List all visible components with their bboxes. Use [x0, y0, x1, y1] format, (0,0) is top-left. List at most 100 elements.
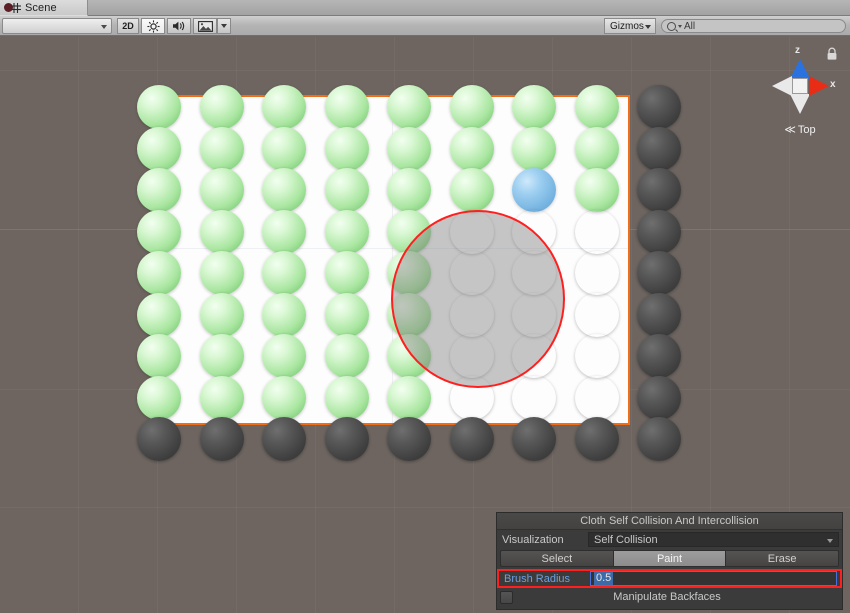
- cloth-particle[interactable]: [262, 376, 306, 420]
- toggle-lighting-button[interactable]: [141, 18, 165, 34]
- cloth-particle[interactable]: [137, 168, 181, 212]
- visualization-value: Self Collision: [594, 534, 658, 546]
- axis-cone-negx-icon[interactable]: [772, 76, 792, 96]
- axis-center-cube[interactable]: [792, 78, 808, 94]
- cloth-particle[interactable]: [575, 85, 619, 129]
- cloth-particle[interactable]: [262, 334, 306, 378]
- cloth-particle[interactable]: [637, 85, 681, 129]
- tab-scene[interactable]: Scene: [0, 0, 88, 16]
- cloth-particle[interactable]: [325, 417, 369, 461]
- manipulate-backfaces-label: Manipulate Backfaces: [513, 591, 821, 603]
- cloth-particle[interactable]: [325, 210, 369, 254]
- cloth-particle[interactable]: [575, 251, 619, 295]
- grid-line: [0, 70, 850, 71]
- cloth-particle[interactable]: [637, 127, 681, 171]
- cloth-particle[interactable]: [637, 210, 681, 254]
- cloth-particle[interactable]: [450, 127, 494, 171]
- cloth-particle[interactable]: [200, 251, 244, 295]
- cloth-particle[interactable]: [137, 293, 181, 337]
- cloth-particle[interactable]: [262, 251, 306, 295]
- cloth-particle[interactable]: [387, 85, 431, 129]
- cloth-particle[interactable]: [512, 168, 556, 212]
- cloth-particle[interactable]: [325, 251, 369, 295]
- cloth-particle[interactable]: [325, 85, 369, 129]
- image-icon: [198, 21, 213, 32]
- cloth-particle[interactable]: [262, 417, 306, 461]
- cloth-particle[interactable]: [387, 376, 431, 420]
- cloth-particle[interactable]: [637, 168, 681, 212]
- cloth-particle[interactable]: [262, 127, 306, 171]
- cloth-particle[interactable]: [575, 127, 619, 171]
- lock-icon[interactable]: [826, 47, 838, 61]
- shading-mode-dropdown[interactable]: [2, 18, 112, 34]
- axis-cone-x-icon[interactable]: [809, 76, 829, 96]
- cloth-particle[interactable]: [575, 168, 619, 212]
- cloth-particle[interactable]: [325, 376, 369, 420]
- scene-search-input[interactable]: All: [661, 19, 846, 33]
- cloth-particle[interactable]: [200, 417, 244, 461]
- cloth-particle[interactable]: [325, 334, 369, 378]
- tool-mode-erase-button[interactable]: Erase: [725, 550, 839, 567]
- manipulate-backfaces-checkbox[interactable]: [500, 591, 513, 604]
- cloth-particle[interactable]: [450, 168, 494, 212]
- cloth-particle[interactable]: [512, 417, 556, 461]
- cloth-particle[interactable]: [262, 210, 306, 254]
- cloth-particle[interactable]: [512, 376, 556, 420]
- cloth-particle[interactable]: [575, 417, 619, 461]
- cloth-particle[interactable]: [137, 417, 181, 461]
- cloth-particle[interactable]: [575, 376, 619, 420]
- cloth-particle[interactable]: [200, 210, 244, 254]
- tool-mode-select-button[interactable]: Select: [500, 550, 613, 567]
- cloth-particle[interactable]: [325, 293, 369, 337]
- axis-cone-negz-icon[interactable]: [790, 94, 810, 114]
- cloth-particle[interactable]: [575, 210, 619, 254]
- cloth-particle[interactable]: [637, 293, 681, 337]
- cloth-particle[interactable]: [450, 417, 494, 461]
- cloth-particle[interactable]: [137, 376, 181, 420]
- cloth-particle[interactable]: [512, 85, 556, 129]
- cloth-particle[interactable]: [637, 251, 681, 295]
- scene-axis-gizmo[interactable]: z x ≪Top: [758, 41, 842, 145]
- cloth-particle[interactable]: [262, 85, 306, 129]
- cloth-particle[interactable]: [637, 376, 681, 420]
- grid-line: [0, 507, 850, 508]
- cloth-particle[interactable]: [387, 417, 431, 461]
- view-prefix: ≪: [784, 124, 796, 136]
- view-label: Top: [798, 124, 816, 136]
- cloth-particle[interactable]: [137, 251, 181, 295]
- cloth-particle[interactable]: [262, 168, 306, 212]
- cloth-particle[interactable]: [137, 85, 181, 129]
- toggle-2d-button[interactable]: 2D: [117, 18, 139, 34]
- cloth-particle[interactable]: [137, 127, 181, 171]
- toggle-fx-button[interactable]: [193, 18, 217, 34]
- cloth-particle[interactable]: [137, 210, 181, 254]
- brush-radius-input[interactable]: 0.5: [590, 571, 837, 586]
- cloth-particle[interactable]: [200, 293, 244, 337]
- cloth-particle[interactable]: [325, 127, 369, 171]
- cloth-particle[interactable]: [200, 85, 244, 129]
- cloth-particle[interactable]: [262, 293, 306, 337]
- visualization-dropdown[interactable]: Self Collision: [588, 532, 839, 547]
- cloth-particle[interactable]: [200, 376, 244, 420]
- cloth-particle[interactable]: [137, 334, 181, 378]
- cloth-particle[interactable]: [450, 85, 494, 129]
- cloth-particle[interactable]: [387, 168, 431, 212]
- cloth-particle[interactable]: [200, 127, 244, 171]
- cloth-particle[interactable]: [387, 127, 431, 171]
- fx-dropdown-button[interactable]: [217, 18, 231, 34]
- cloth-particle[interactable]: [575, 293, 619, 337]
- chevron-down-icon: [221, 24, 227, 28]
- cloth-self-collision-panel: Cloth Self Collision And Intercollision …: [497, 513, 842, 609]
- scene-view-orientation-label[interactable]: ≪Top: [758, 123, 842, 136]
- cloth-particle[interactable]: [575, 334, 619, 378]
- cloth-particle[interactable]: [200, 168, 244, 212]
- cloth-particle[interactable]: [512, 127, 556, 171]
- cloth-particle[interactable]: [325, 168, 369, 212]
- gizmos-dropdown[interactable]: Gizmos: [604, 18, 656, 34]
- cloth-particle[interactable]: [200, 334, 244, 378]
- tool-mode-paint-button[interactable]: Paint: [613, 550, 726, 567]
- cloth-particle[interactable]: [637, 334, 681, 378]
- axis-cone-z-icon[interactable]: [790, 59, 810, 79]
- cloth-particle[interactable]: [637, 417, 681, 461]
- toggle-audio-button[interactable]: [167, 18, 191, 34]
